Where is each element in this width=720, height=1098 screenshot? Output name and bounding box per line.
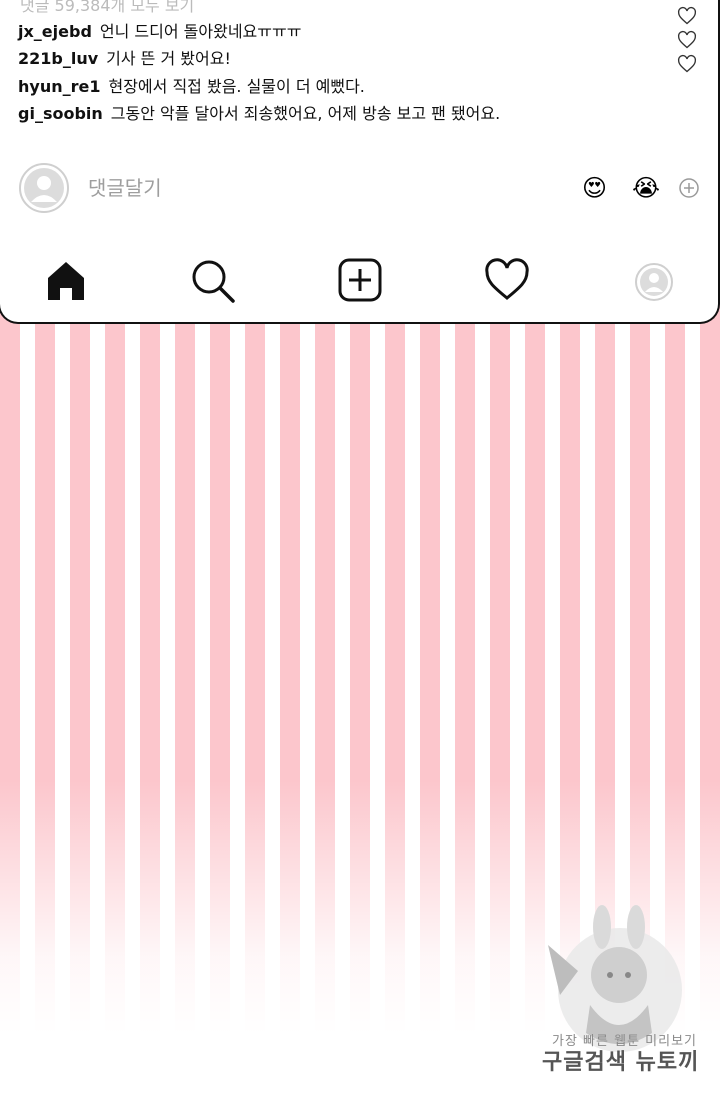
comment-text: 기사 뜬 거 봤어요! xyxy=(106,49,231,68)
comment-like-heart-icon[interactable] xyxy=(677,30,697,50)
view-all-comments-link[interactable]: 댓글 59,384개 모두 보기 xyxy=(20,0,194,16)
comment-username[interactable]: hyun_re1 xyxy=(18,77,100,96)
search-icon[interactable] xyxy=(190,258,236,304)
heart-icon[interactable] xyxy=(484,258,530,302)
comment-row: jx_ejebd 언니 드디어 돌아왔네요ㅠㅠㅠ xyxy=(18,18,301,42)
crying-emoji[interactable]: 😭 xyxy=(632,174,660,202)
comment-username[interactable]: 221b_luv xyxy=(18,49,98,68)
comment-text: 언니 드디어 돌아왔네요ㅠㅠㅠ xyxy=(99,22,302,41)
comment-text: 그동안 악플 달아서 죄송했어요, 어제 방송 보고 팬 됐어요. xyxy=(110,104,501,123)
profile-icon[interactable] xyxy=(634,262,674,302)
comment-username[interactable]: gi_soobin xyxy=(18,104,103,123)
comment-input[interactable]: 댓글달기 xyxy=(88,172,162,201)
add-emoji-icon[interactable] xyxy=(678,177,700,199)
comment-like-heart-icon[interactable] xyxy=(677,54,697,74)
watermark-title: 구글검색 뉴토끼 xyxy=(542,1050,700,1075)
comment-username[interactable]: jx_ejebd xyxy=(18,22,92,41)
home-icon[interactable] xyxy=(44,258,88,302)
comment-text: 현장에서 직접 봤음. 실물이 더 예뻤다. xyxy=(108,77,365,96)
add-post-icon[interactable] xyxy=(338,258,382,302)
comment-row: hyun_re1 현장에서 직접 봤음. 실물이 더 예뻤다. xyxy=(18,73,365,97)
comment-row: 221b_luv 기사 뜬 거 봤어요! xyxy=(18,45,231,69)
heart-eyes-emoji[interactable]: 😍 xyxy=(582,174,607,202)
avatar[interactable] xyxy=(18,162,70,214)
comment-row: gi_soobin 그동안 악플 달아서 죄송했어요, 어제 방송 보고 팬 됐어… xyxy=(18,100,500,124)
comment-like-heart-icon[interactable] xyxy=(677,6,697,26)
